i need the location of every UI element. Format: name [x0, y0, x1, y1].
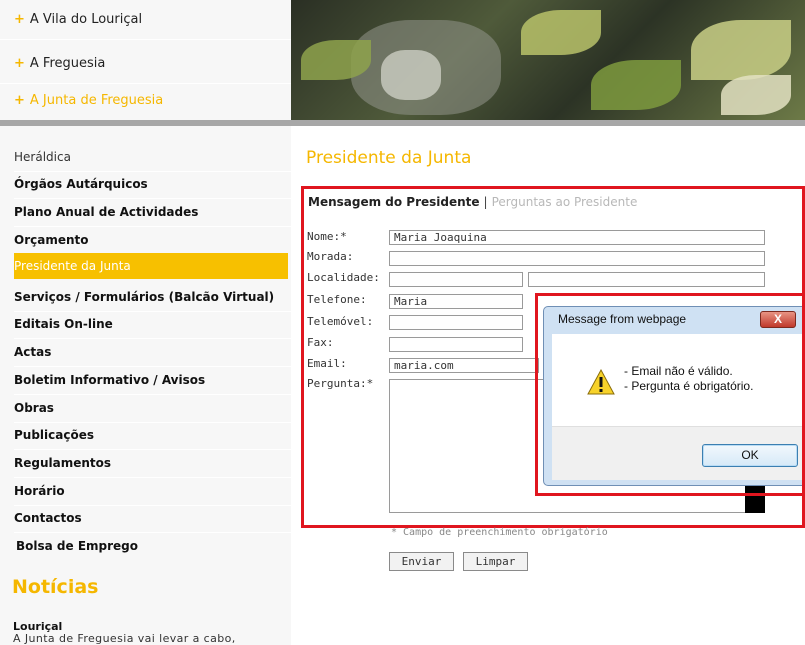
sidebar-item-horario[interactable]: Horário: [14, 477, 291, 505]
sidebar-item-label: Bolsa de Emprego: [16, 539, 139, 553]
label-telemovel: Telemóvel:: [307, 315, 374, 328]
sidebar-item-label: Regulamentos: [14, 456, 112, 470]
banner-leaf-shape: [301, 40, 371, 80]
sidebar-item-label: Publicações: [14, 428, 95, 442]
header-banner-image: [291, 0, 805, 120]
sidebar-item-plano[interactable]: Plano Anual de Actividades: [14, 198, 291, 226]
sidebar-item-actas[interactable]: Actas: [14, 338, 291, 366]
sidebar-item-label: Plano Anual de Actividades: [14, 205, 199, 219]
sidebar-item-label: Presidente da Junta: [14, 259, 131, 273]
top-nav-item-junta[interactable]: + A Junta de Freguesia: [14, 82, 291, 120]
label-morada: Morada:: [307, 250, 354, 263]
banner-leaf-shape: [591, 60, 681, 110]
top-nav-label: A Freguesia: [29, 56, 106, 71]
sidebar-item-regulamentos[interactable]: Regulamentos: [14, 449, 291, 477]
sidebar-item-label: Horário: [14, 484, 65, 498]
sidebar-item-label: Actas: [14, 345, 52, 359]
morada-field[interactable]: [389, 251, 765, 266]
plus-icon: +: [14, 93, 25, 108]
sidebar-item-label: Orçamento: [14, 233, 89, 247]
news-excerpt: A Junta de Freguesia vai levar a cabo,: [13, 632, 236, 645]
banner-flower-shape: [721, 75, 791, 115]
fax-field[interactable]: [389, 337, 523, 352]
sidebar-item-editais[interactable]: Editais On-line: [14, 310, 291, 338]
required-footnote: * Campo de preenchimento obrigatório: [391, 527, 608, 538]
label-fax: Fax:: [307, 336, 334, 349]
submit-button[interactable]: Enviar: [389, 552, 454, 571]
plus-icon: +: [14, 56, 25, 71]
nome-field[interactable]: [389, 230, 765, 245]
sidebar-item-heraldica[interactable]: Heráldica: [14, 143, 291, 171]
sidebar-item-label: Boletim Informativo / Avisos: [14, 373, 206, 387]
sidebar-item-bolsa[interactable]: Bolsa de Emprego: [16, 532, 293, 560]
top-navigation: + A Vila do Louriçal + A Freguesia + A Junt…: [0, 0, 291, 120]
label-email: Email:: [307, 357, 347, 370]
sidebar-item-label: Heráldica: [14, 150, 71, 164]
sidebar-item-label: Editais On-line: [14, 317, 113, 331]
tab-mensagem[interactable]: Mensagem do Presidente: [308, 195, 480, 209]
banner-leaf-shape: [691, 20, 791, 80]
label-localidade: Localidade:: [307, 271, 380, 284]
banner-water-shape: [381, 50, 441, 100]
sidebar-item-label: Obras: [14, 401, 54, 415]
sidebar-item-presidente[interactable]: Presidente da Junta: [14, 253, 288, 279]
sidebar-item-publicacoes[interactable]: Publicações: [14, 421, 291, 449]
tab-perguntas[interactable]: Perguntas ao Presidente: [492, 195, 638, 209]
top-nav-label: A Junta de Freguesia: [29, 93, 164, 108]
top-nav-label: A Vila do Louriçal: [29, 12, 143, 27]
top-nav-item-freguesia[interactable]: + A Freguesia: [14, 45, 291, 83]
label-telefone: Telefone:: [307, 293, 367, 306]
sidebar-item-servicos[interactable]: Serviços / Formulários (Balcão Virtual): [14, 283, 291, 311]
telefone-field[interactable]: [389, 294, 523, 309]
tab-bar: Mensagem do Presidente | Perguntas ao Pres…: [308, 195, 637, 209]
sidebar-item-label: Serviços / Formulários (Balcão Virtual): [14, 290, 275, 304]
email-field[interactable]: [389, 358, 539, 373]
reset-button[interactable]: Limpar: [463, 552, 528, 571]
sidebar-item-contactos[interactable]: Contactos: [14, 504, 291, 532]
sidebar-item-orgaos[interactable]: Órgãos Autárquicos: [14, 170, 291, 198]
page-title: Presidente da Junta: [306, 148, 472, 168]
localidade-secondary-field[interactable]: [528, 272, 765, 287]
label-pergunta: Pergunta:*: [307, 377, 374, 390]
top-nav-item-vila[interactable]: + A Vila do Louriçal: [14, 1, 291, 39]
sidebar-item-obras[interactable]: Obras: [14, 394, 291, 422]
localidade-field[interactable]: [389, 272, 523, 287]
telemovel-field[interactable]: [389, 315, 523, 330]
sidebar-item-label: Contactos: [14, 511, 82, 525]
sidebar-item-boletim[interactable]: Boletim Informativo / Avisos: [14, 366, 291, 394]
banner-leaf-shape: [521, 10, 601, 55]
divider: [0, 39, 291, 40]
tab-separator: |: [483, 195, 488, 209]
highlight-box-dialog: [535, 293, 805, 496]
sidebar-item-orcamento[interactable]: Orçamento: [14, 226, 291, 254]
plus-icon: +: [14, 12, 25, 27]
sidebar-item-label: Órgãos Autárquicos: [14, 177, 148, 191]
label-nome: Nome:*: [307, 230, 347, 243]
news-title: Notícias: [12, 576, 99, 598]
